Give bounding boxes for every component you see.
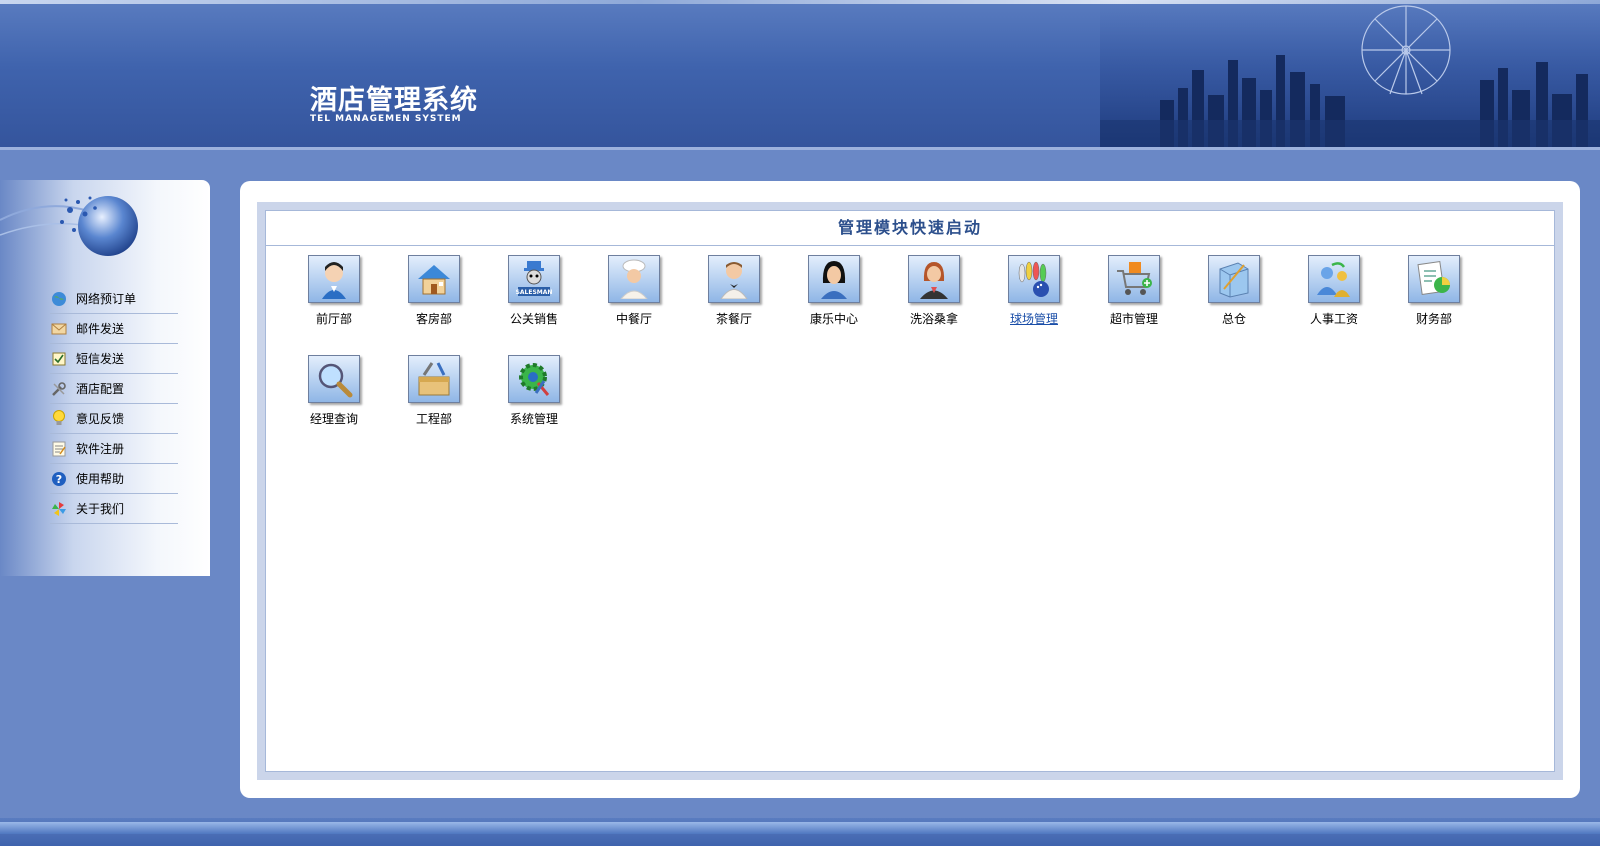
module-hr-payroll[interactable]: 人事工资: [1284, 253, 1384, 353]
sidebar-item-feedback[interactable]: 意见反馈: [50, 404, 178, 434]
quick-launch-box: 管理模块快速启动 前厅部 客房部 SALESMAN 公关销售 中餐厅 茶餐厅 康…: [265, 210, 1555, 772]
bowling-icon: [1008, 255, 1060, 303]
module-label: 公关销售: [509, 312, 558, 326]
module-label: 工程部: [415, 412, 452, 426]
chef-icon: [608, 255, 660, 303]
module-system-management[interactable]: 系统管理: [484, 353, 584, 453]
sidebar-menu: 网络预订单 邮件发送 短信发送 酒店配置 意见反馈 软件注册 ? 使用帮助 关于…: [50, 284, 178, 524]
sidebar-item-hotel-config[interactable]: 酒店配置: [50, 374, 178, 404]
panel-title: 管理模块快速启动: [266, 211, 1554, 246]
toolbox-icon: [408, 355, 460, 403]
svg-text:?: ?: [56, 473, 62, 486]
woman-icon: [808, 255, 860, 303]
tools-icon: [50, 381, 68, 397]
sidebar-item-help[interactable]: ? 使用帮助: [50, 464, 178, 494]
people-icon: [1308, 255, 1360, 303]
module-label: 财务部: [1415, 312, 1452, 326]
module-engineering[interactable]: 工程部: [384, 353, 484, 453]
notepad-icon: [50, 441, 68, 457]
sidebar-item-label: 关于我们: [76, 502, 125, 516]
module-label: 前厅部: [315, 312, 352, 326]
module-court-management[interactable]: 球场管理: [984, 253, 1084, 353]
module-recreation-center[interactable]: 康乐中心: [784, 253, 884, 353]
module-label: 人事工资: [1309, 312, 1358, 326]
app-title: 酒店管理系统: [310, 85, 478, 116]
module-label: 中餐厅: [615, 312, 652, 326]
sidebar-item-registration[interactable]: 软件注册: [50, 434, 178, 464]
svg-text:SALESMAN: SALESMAN: [516, 289, 553, 296]
shopping-cart-icon: [1108, 255, 1160, 303]
module-supermarket[interactable]: 超市管理: [1084, 253, 1184, 353]
sidebar-item-label: 短信发送: [76, 352, 125, 366]
envelope-icon: [50, 321, 68, 337]
footer-highlight: [0, 822, 1600, 834]
magnifier-icon: [308, 355, 360, 403]
sidebar-item-label: 邮件发送: [76, 322, 125, 336]
lightbulb-icon: [50, 409, 68, 427]
salesman-icon: SALESMAN: [508, 255, 560, 303]
module-bath-sauna[interactable]: 洗浴桑拿: [884, 253, 984, 353]
system-gear-icon: [508, 355, 560, 403]
module-label: 洗浴桑拿: [909, 312, 958, 326]
module-tea-restaurant[interactable]: 茶餐厅: [684, 253, 784, 353]
sidebar-item-online-orders[interactable]: 网络预订单: [50, 284, 178, 314]
module-front-desk[interactable]: 前厅部: [284, 253, 384, 353]
globe-decoration-image: [0, 196, 138, 256]
module-label: 经理查询: [309, 412, 358, 426]
module-label: 总仓: [1221, 312, 1246, 326]
module-warehouse[interactable]: 总仓: [1184, 253, 1284, 353]
footer-bar: [0, 818, 1600, 846]
module-label: 超市管理: [1109, 312, 1158, 326]
panel-frame: 管理模块快速启动 前厅部 客房部 SALESMAN 公关销售 中餐厅 茶餐厅 康…: [257, 202, 1563, 780]
checkbox-icon: [50, 351, 68, 367]
module-label: 茶餐厅: [715, 312, 752, 326]
sidebar-item-send-sms[interactable]: 短信发送: [50, 344, 178, 374]
sidebar: 网络预订单 邮件发送 短信发送 酒店配置 意见反馈 软件注册 ? 使用帮助 关于…: [0, 180, 210, 576]
header-bottom-line: [0, 147, 1600, 150]
city-skyline-image: [1100, 0, 1600, 148]
house-icon: [408, 255, 460, 303]
module-manager-query[interactable]: 经理查询: [284, 353, 384, 453]
sidebar-item-label: 网络预订单: [76, 292, 137, 306]
receptionist-icon: [308, 255, 360, 303]
sidebar-item-label: 意见反馈: [76, 412, 125, 426]
module-label: 系统管理: [509, 412, 558, 426]
module-label: 康乐中心: [809, 312, 858, 326]
app-subtitle: TEL MANAGEMEN SYSTEM: [310, 114, 462, 124]
businesswoman-icon: [908, 255, 960, 303]
warehouse-icon: [1208, 255, 1260, 303]
module-label: 球场管理: [1009, 312, 1058, 326]
finance-chart-icon: [1408, 255, 1460, 303]
module-grid: 前厅部 客房部 SALESMAN 公关销售 中餐厅 茶餐厅 康乐中心 洗浴桑拿 …: [284, 253, 1544, 453]
sidebar-item-about-us[interactable]: 关于我们: [50, 494, 178, 524]
sidebar-item-send-mail[interactable]: 邮件发送: [50, 314, 178, 344]
module-pr-sales[interactable]: SALESMAN 公关销售: [484, 253, 584, 353]
help-icon: ?: [50, 471, 68, 487]
sidebar-item-label: 使用帮助: [76, 472, 125, 486]
module-finance[interactable]: 财务部: [1384, 253, 1484, 353]
module-label: 客房部: [415, 312, 452, 326]
sidebar-item-label: 软件注册: [76, 442, 125, 456]
header-banner: 酒店管理系统 TEL MANAGEMEN SYSTEM: [0, 0, 1600, 150]
module-chinese-restaurant[interactable]: 中餐厅: [584, 253, 684, 353]
module-housekeeping[interactable]: 客房部: [384, 253, 484, 353]
sidebar-item-label: 酒店配置: [76, 382, 125, 396]
waiter-icon: [708, 255, 760, 303]
pinwheel-icon: [50, 501, 68, 517]
main-panel: 管理模块快速启动 前厅部 客房部 SALESMAN 公关销售 中餐厅 茶餐厅 康…: [240, 181, 1580, 798]
globe-icon: [50, 291, 68, 307]
